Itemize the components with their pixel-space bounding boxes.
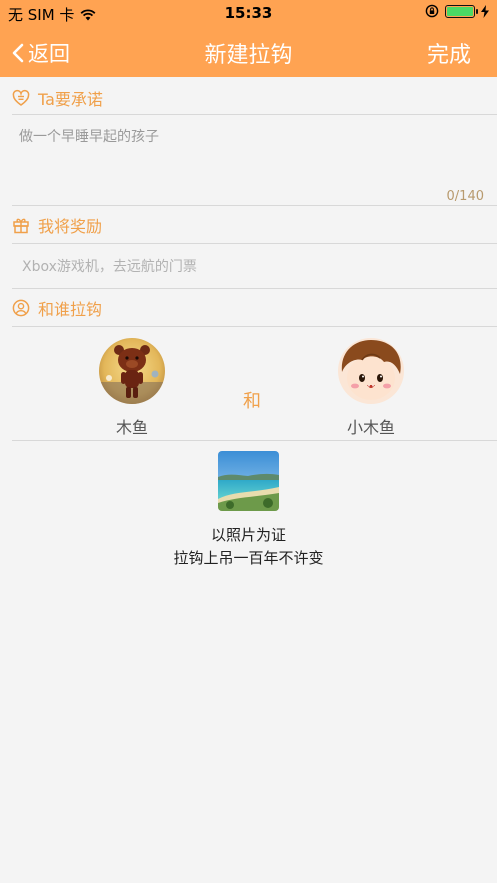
status-right-group (425, 4, 489, 18)
photo-caption-line2: 拉钩上吊一百年不许变 (173, 549, 324, 567)
battery-icon (445, 4, 478, 18)
reward-input[interactable] (22, 256, 482, 278)
partner-section-header: 和谁拉钩 (0, 289, 497, 327)
person-icon (12, 299, 30, 317)
divider (12, 114, 497, 115)
reward-heading: 我将奖励 (38, 217, 103, 236)
cartoon-boy-avatar-image (338, 338, 404, 404)
reward-section-header: 我将奖励 (0, 206, 497, 244)
promise-text-field[interactable]: 做一个早睡早起的孩子 (19, 126, 159, 146)
gift-icon (13, 218, 29, 234)
divider (12, 326, 497, 327)
beach-photo-image (218, 451, 279, 511)
done-button[interactable]: 完成 (427, 37, 471, 69)
charging-bolt-icon (481, 4, 489, 18)
bear-figure-avatar-image (99, 338, 165, 404)
page-title: 新建拉钩 (204, 43, 293, 68)
character-counter: 0/140 (446, 189, 484, 204)
divider (12, 243, 497, 244)
my-name: 木鱼 (115, 418, 148, 437)
promise-heading: Ta要承诺 (38, 90, 103, 109)
navigation-bar: 返回 新建拉钩 完成 (0, 26, 497, 77)
and-connector: 和 (243, 391, 261, 412)
partner-heading: 和谁拉钩 (38, 300, 103, 319)
partner-avatar[interactable] (338, 338, 404, 404)
status-time: 15:33 (224, 4, 273, 22)
orientation-lock-icon (425, 4, 439, 18)
divider (12, 440, 497, 441)
photo-proof-thumbnail[interactable] (218, 451, 279, 511)
heart-chat-icon (12, 89, 30, 106)
my-avatar[interactable] (99, 338, 165, 404)
photo-caption-line1: 以照片为证 (210, 526, 286, 544)
partner-name: 小木鱼 (346, 418, 395, 437)
promise-section-header: Ta要承诺 (0, 79, 497, 117)
status-bar: 无 SIM 卡 15:33 (0, 0, 497, 26)
